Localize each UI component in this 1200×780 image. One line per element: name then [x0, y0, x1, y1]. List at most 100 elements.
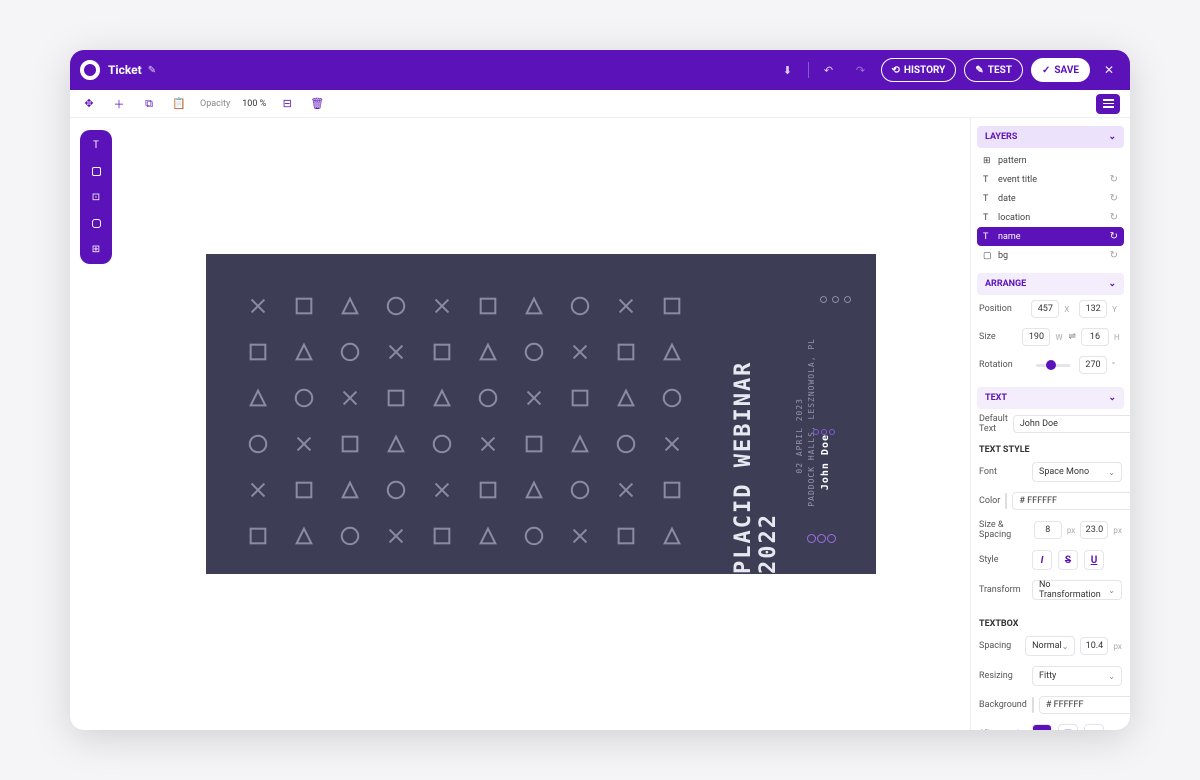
layers-section-header[interactable]: LAYERS⌄ — [977, 126, 1124, 148]
pattern-shape-icon — [476, 478, 500, 502]
pattern-shape-icon — [614, 294, 638, 318]
pattern-shape-icon — [476, 432, 500, 456]
background-input[interactable] — [1039, 696, 1130, 714]
layer-row[interactable]: ▢bg↻ — [977, 246, 1124, 265]
layer-row[interactable]: Tevent title↻ — [977, 170, 1124, 189]
layer-label: date — [998, 194, 1016, 204]
spacing-value-input[interactable] — [1080, 637, 1108, 655]
canvas-area[interactable]: PLACID WEBINAR 2022 02 APRIL 2023 PADDOC… — [112, 118, 970, 730]
font-size-input[interactable] — [1034, 521, 1062, 539]
history-button[interactable]: ⟲HISTORY — [881, 58, 957, 82]
add-tool-icon[interactable]: ＋ — [110, 96, 128, 112]
layer-row[interactable]: Tname↻ — [977, 227, 1124, 246]
pattern-shape-icon — [292, 294, 316, 318]
rectangle-tool-icon[interactable] — [89, 164, 103, 178]
close-icon[interactable]: ✕ — [1098, 63, 1120, 77]
undo-icon[interactable]: ↶ — [817, 58, 841, 82]
location-text[interactable]: PADDOCK HALLS, LESZNOWOLA, PL — [807, 338, 816, 507]
font-select[interactable]: Space Mono⌄ — [1032, 462, 1122, 482]
bg-swatch[interactable] — [1032, 697, 1034, 713]
image-tool-icon[interactable]: ⊡ — [89, 190, 103, 204]
pattern-shape-icon — [246, 478, 270, 502]
position-x-input[interactable] — [1031, 300, 1059, 318]
rotation-label: Rotation — [979, 360, 1027, 370]
height-input[interactable] — [1081, 328, 1109, 346]
pattern-shape-icon — [614, 432, 638, 456]
resizing-select[interactable]: Fitty⌄ — [1032, 666, 1122, 686]
pattern-shape-icon — [522, 340, 546, 364]
delete-tool-icon[interactable]: 🗑 — [308, 97, 326, 110]
px-unit: px — [1067, 526, 1076, 535]
underline-button[interactable]: U — [1084, 550, 1104, 570]
name-text[interactable]: John Doe — [820, 434, 831, 490]
layer-row[interactable]: ⊞pattern — [977, 152, 1124, 170]
panel-toggle-icon[interactable] — [1096, 94, 1120, 114]
ticket-canvas[interactable]: PLACID WEBINAR 2022 02 APRIL 2023 PADDOC… — [206, 254, 876, 574]
paste-tool-icon[interactable]: 📋 — [170, 97, 188, 110]
transform-select[interactable]: No Transformation⌄ — [1032, 580, 1122, 600]
align-left-button[interactable]: ≡ — [1032, 724, 1052, 730]
pattern-shape-icon — [568, 432, 592, 456]
divider — [808, 62, 809, 78]
redo-icon[interactable]: ↷ — [849, 58, 873, 82]
rotation-slider[interactable] — [1036, 364, 1070, 367]
pattern-shape-icon — [614, 340, 638, 364]
pattern-shape-icon — [338, 340, 362, 364]
arrange-section-header[interactable]: ARRANGE⌄ — [977, 273, 1124, 295]
test-button[interactable]: ✎TEST — [964, 58, 1023, 82]
document-title: Ticket — [108, 63, 142, 77]
color-label: Color — [979, 496, 1000, 506]
align-center-button[interactable]: ≣ — [1058, 724, 1078, 730]
strikethrough-button[interactable]: S — [1058, 550, 1078, 570]
lock-aspect-icon[interactable]: ⇌ — [1068, 332, 1076, 342]
position-y-input[interactable] — [1079, 300, 1107, 318]
x-unit: X — [1064, 305, 1074, 314]
pattern-shape-icon — [568, 340, 592, 364]
color-input[interactable] — [1012, 492, 1130, 510]
selection-handle[interactable] — [817, 534, 826, 543]
pattern-layer — [246, 294, 696, 548]
selection-handle[interactable] — [813, 429, 819, 435]
spacing-mode-select[interactable]: Normal⌄ — [1025, 636, 1075, 656]
selection-handle[interactable] — [829, 429, 835, 435]
move-tool-icon[interactable]: ✥ — [80, 97, 98, 110]
color-swatch[interactable] — [1005, 493, 1007, 509]
component-tool-icon[interactable]: ⊞ — [89, 242, 103, 256]
default-text-label: Default Text — [979, 414, 1008, 434]
selection-handle[interactable] — [827, 534, 836, 543]
text-tool-icon[interactable]: T — [89, 138, 103, 152]
shape-tool-icon[interactable] — [89, 216, 103, 230]
pattern-shape-icon — [660, 340, 684, 364]
default-text-input[interactable] — [1013, 415, 1130, 433]
layer-row[interactable]: Tlocation↻ — [977, 208, 1124, 227]
selection-handle[interactable] — [821, 429, 827, 435]
edit-title-icon[interactable]: ✎ — [148, 65, 156, 76]
selection-handle[interactable] — [807, 534, 816, 543]
pattern-shape-icon — [614, 478, 638, 502]
chevron-down-icon: ⌄ — [1108, 132, 1116, 142]
align-right-button[interactable]: ≡ — [1084, 724, 1104, 730]
copy-tool-icon[interactable]: ⧉ — [140, 97, 158, 111]
h-unit: H — [1114, 333, 1122, 342]
width-input[interactable] — [1022, 328, 1050, 346]
rotation-input[interactable] — [1079, 356, 1107, 374]
italic-button[interactable]: I — [1032, 550, 1052, 570]
event-title-text[interactable]: PLACID WEBINAR 2022 — [731, 302, 781, 574]
layer-row[interactable]: Tdate↻ — [977, 189, 1124, 208]
pattern-shape-icon — [338, 524, 362, 548]
opacity-value[interactable]: 100 % — [242, 99, 266, 109]
layer-label: pattern — [998, 156, 1027, 166]
pattern-shape-icon — [246, 524, 270, 548]
font-spacing-input[interactable] — [1080, 521, 1108, 539]
download-icon[interactable]: ⬇ — [776, 58, 800, 82]
dynamic-indicator-icon: ↻ — [1110, 174, 1118, 185]
layer-type-icon: ▢ — [983, 251, 993, 261]
chevron-down-icon: ⌄ — [1108, 279, 1116, 289]
titlebar: Ticket ✎ ⬇ ↶ ↷ ⟲HISTORY ✎TEST ✓SAVE ✕ — [70, 50, 1130, 90]
text-section-header[interactable]: TEXT⌄ — [977, 387, 1124, 409]
text-style-header: TEXT STYLE — [977, 439, 1124, 457]
save-button[interactable]: ✓SAVE — [1031, 58, 1090, 82]
merge-tool-icon[interactable]: ⊟ — [278, 97, 296, 110]
opacity-label: Opacity — [200, 99, 230, 109]
date-text[interactable]: 02 APRIL 2023 — [795, 398, 804, 474]
